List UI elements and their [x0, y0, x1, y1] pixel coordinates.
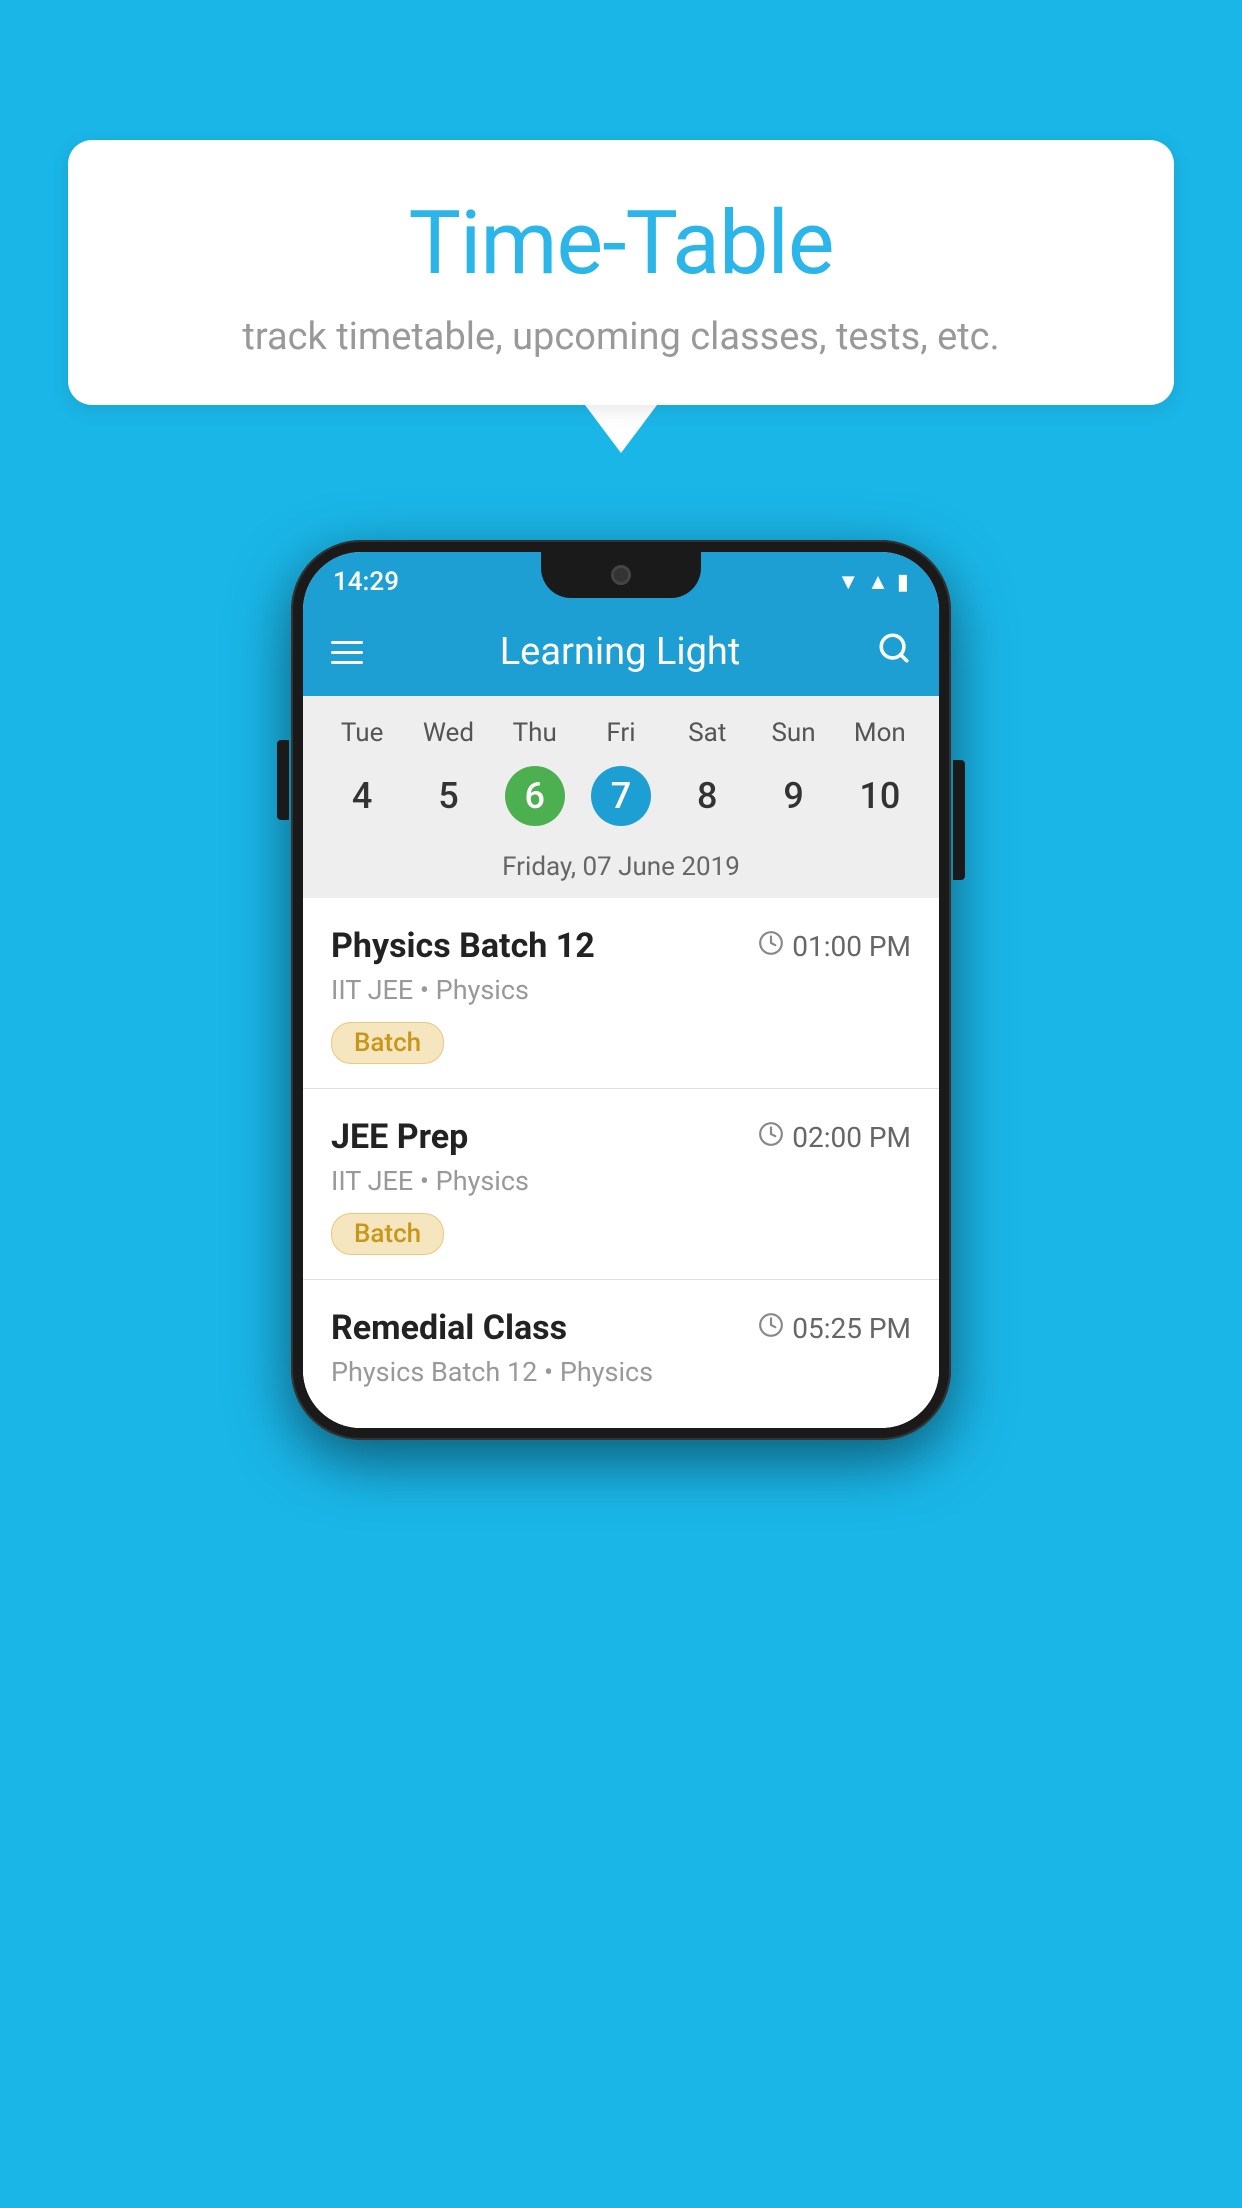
schedule-detail-1: IIT JEE • Physics: [331, 974, 911, 1006]
schedule-item-header-3: Remedial Class 05:25 PM: [331, 1308, 911, 1348]
schedule-detail-2: IIT JEE • Physics: [331, 1165, 911, 1197]
schedule-time-1: 01:00 PM: [758, 930, 911, 963]
calendar-day-4[interactable]: 4: [319, 762, 405, 830]
search-button[interactable]: [877, 631, 911, 674]
clock-icon-2: [758, 1121, 784, 1154]
schedule-item-physics-batch[interactable]: Physics Batch 12 01:00 PM IIT JEE • P: [303, 898, 939, 1089]
phone-outer-shell: 14:29 ▼ ▲ ▮ Learning Light: [291, 540, 951, 1440]
clock-icon-3: [758, 1312, 784, 1345]
batch-tag-2: Batch: [331, 1213, 444, 1255]
feature-title: Time-Table: [108, 192, 1134, 295]
phone-notch: [541, 552, 701, 598]
schedule-time-2: 02:00 PM: [758, 1121, 911, 1154]
calendar-day-6-today[interactable]: 6: [505, 766, 565, 826]
schedule-item-jee-prep[interactable]: JEE Prep 02:00 PM IIT JEE • Physics: [303, 1089, 939, 1280]
day-header-sat: Sat: [664, 712, 750, 754]
schedule-item-remedial[interactable]: Remedial Class 05:25 PM Physics Batch: [303, 1280, 939, 1428]
schedule-item-header-1: Physics Batch 12 01:00 PM: [331, 926, 911, 966]
day-header-wed: Wed: [405, 712, 491, 754]
day-headers: Tue Wed Thu Fri Sat Sun Mon: [319, 712, 923, 754]
calendar-day-7-selected[interactable]: 7: [591, 766, 651, 826]
day-header-sun: Sun: [750, 712, 836, 754]
status-time: 14:29: [333, 567, 399, 597]
battery-icon: ▮: [897, 570, 909, 595]
calendar-day-8[interactable]: 8: [664, 762, 750, 830]
hamburger-menu-button[interactable]: [331, 641, 363, 664]
phone-mockup: 14:29 ▼ ▲ ▮ Learning Light: [291, 540, 951, 1440]
app-title: Learning Light: [387, 630, 853, 674]
calendar-section: Tue Wed Thu Fri Sat Sun Mon 4 5 6 7 8 9 …: [303, 696, 939, 898]
schedule-item-header-2: JEE Prep 02:00 PM: [331, 1117, 911, 1157]
signal-icon: ▲: [867, 569, 889, 595]
wifi-icon: ▼: [837, 569, 859, 595]
schedule-title-3: Remedial Class: [331, 1308, 567, 1348]
time-label-3: 05:25 PM: [792, 1312, 911, 1345]
hamburger-line-1: [331, 641, 363, 644]
clock-icon-1: [758, 930, 784, 963]
schedule-time-3: 05:25 PM: [758, 1312, 911, 1345]
calendar-day-10[interactable]: 10: [837, 762, 923, 830]
day-header-tue: Tue: [319, 712, 405, 754]
calendar-day-5[interactable]: 5: [405, 762, 491, 830]
schedule-title-2: JEE Prep: [331, 1117, 468, 1157]
day-header-mon: Mon: [837, 712, 923, 754]
time-label-1: 01:00 PM: [792, 930, 911, 963]
speech-bubble-arrow: [585, 405, 657, 453]
schedule-title-1: Physics Batch 12: [331, 926, 595, 966]
front-camera: [611, 565, 631, 585]
app-header: Learning Light: [303, 608, 939, 696]
schedule-detail-3: Physics Batch 12 • Physics: [331, 1356, 911, 1388]
day-numbers: 4 5 6 7 8 9 10: [319, 762, 923, 830]
batch-tag-1: Batch: [331, 1022, 444, 1064]
selected-date-label: Friday, 07 June 2019: [319, 842, 923, 898]
hamburger-line-3: [331, 661, 363, 664]
speech-bubble-card: Time-Table track timetable, upcoming cla…: [68, 140, 1174, 405]
status-icons: ▼ ▲ ▮: [837, 569, 909, 595]
time-label-2: 02:00 PM: [792, 1121, 911, 1154]
day-header-fri: Fri: [578, 712, 664, 754]
speech-bubble-section: Time-Table track timetable, upcoming cla…: [68, 140, 1174, 453]
hamburger-line-2: [331, 651, 363, 654]
calendar-day-9[interactable]: 9: [750, 762, 836, 830]
schedule-list: Physics Batch 12 01:00 PM IIT JEE • P: [303, 898, 939, 1428]
feature-subtitle: track timetable, upcoming classes, tests…: [108, 315, 1134, 359]
day-header-thu: Thu: [492, 712, 578, 754]
phone-screen: 14:29 ▼ ▲ ▮ Learning Light: [303, 552, 939, 1428]
